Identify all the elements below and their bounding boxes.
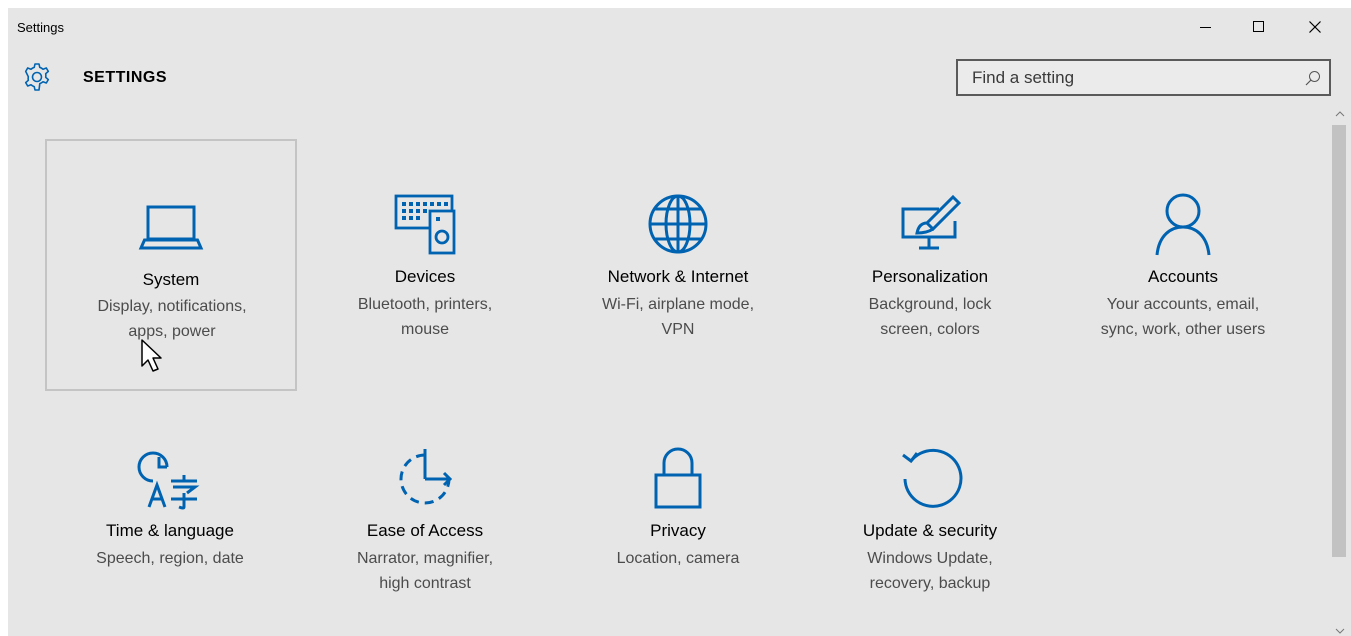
- lock-icon: [654, 447, 702, 509]
- category-description: Display, notifications, apps, power: [97, 298, 247, 340]
- window-title: Settings: [17, 20, 64, 35]
- category-name: Accounts: [1148, 267, 1218, 286]
- gear-icon: [24, 63, 50, 91]
- personalization-icon: [901, 194, 962, 250]
- category-description: Location, camera: [616, 550, 740, 567]
- category-name: Time & language: [106, 521, 234, 540]
- search-input[interactable]: [972, 68, 1292, 88]
- mouse-pointer-icon: [141, 339, 162, 372]
- close-icon: [1309, 21, 1321, 33]
- category-description: Your accounts, email, sync, work, other …: [1100, 296, 1266, 338]
- category-name: Personalization: [871, 267, 989, 286]
- laptop-icon: [138, 205, 204, 250]
- category-devices[interactable]: Devices Bluetooth, printers, mouse: [300, 139, 550, 389]
- person-icon: [1155, 193, 1211, 256]
- category-accounts[interactable]: Accounts Your accounts, email, sync, wor…: [1058, 139, 1308, 389]
- sync-icon: [902, 448, 963, 508]
- category-description: Background, lock screen, colors: [868, 296, 992, 338]
- devices-icon: [394, 194, 456, 255]
- category-personalization[interactable]: Personalization Background, lock screen,…: [805, 139, 1055, 389]
- scroll-down-icon[interactable]: [1335, 627, 1345, 635]
- ease-of-access-icon: [399, 449, 453, 505]
- category-network[interactable]: Network & Internet Wi-Fi, airplane mode,…: [553, 139, 803, 389]
- search-box[interactable]: [956, 59, 1331, 96]
- category-name: Devices: [394, 267, 456, 286]
- category-name: Privacy: [650, 521, 706, 540]
- maximize-icon: [1253, 21, 1264, 32]
- vertical-scrollbar[interactable]: [1331, 107, 1349, 636]
- minimize-button[interactable]: [1183, 12, 1229, 42]
- category-name: System: [142, 270, 200, 289]
- scrollbar-thumb[interactable]: [1332, 125, 1346, 557]
- page-title: SETTINGS: [83, 69, 168, 86]
- title-bar: Settings: [8, 8, 1351, 46]
- category-ease-of-access[interactable]: Ease of Access Narrator, magnifier, high…: [300, 393, 550, 636]
- category-description: Speech, region, date: [96, 550, 244, 567]
- minimize-icon: [1200, 27, 1211, 28]
- category-name: Network & Internet: [607, 267, 749, 286]
- category-system[interactable]: System Display, notifications, apps, pow…: [45, 139, 297, 391]
- category-time-language[interactable]: Time & language Speech, region, date: [45, 393, 295, 636]
- category-description: Narrator, magnifier, high contrast: [356, 550, 494, 592]
- settings-window: Settings SETTINGS Find a setting System …: [8, 8, 1351, 636]
- search-icon[interactable]: [1305, 70, 1321, 86]
- category-description: Wi-Fi, airplane mode, VPN: [601, 296, 755, 338]
- scroll-up-icon[interactable]: [1335, 110, 1345, 118]
- category-update-security[interactable]: Update & security Windows Update, recove…: [805, 393, 1055, 636]
- category-name: Ease of Access: [366, 521, 484, 540]
- maximize-button[interactable]: [1236, 12, 1282, 42]
- settings-header: SETTINGS: [8, 58, 1351, 98]
- category-description: Windows Update, recovery, backup: [867, 550, 993, 592]
- globe-icon: [648, 194, 708, 254]
- category-description: Bluetooth, printers, mouse: [357, 296, 493, 338]
- category-privacy[interactable]: Privacy Location, camera: [553, 393, 803, 636]
- category-name: Update & security: [862, 521, 998, 540]
- time-language-icon: [137, 451, 200, 510]
- close-button[interactable]: [1292, 12, 1338, 42]
